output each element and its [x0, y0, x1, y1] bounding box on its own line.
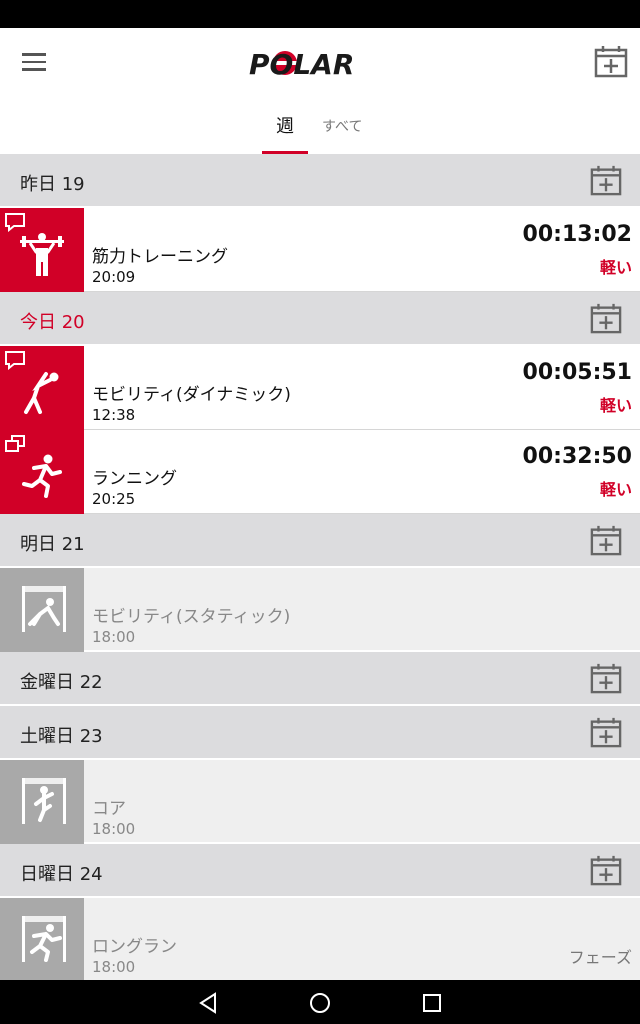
system-nav-bar [0, 980, 640, 1024]
day-label: 日曜日 24 [20, 864, 103, 885]
session-row[interactable]: 筋力トレーニング 20:09 00:13:02 軽い [0, 208, 640, 292]
session-duration: 00:32:50 [522, 444, 632, 469]
mobility-dynamic-icon [24, 372, 59, 414]
hamburger-menu-icon[interactable] [14, 46, 54, 78]
day-label-today: 今日 20 [20, 312, 85, 333]
session-time: 18:00 [92, 958, 136, 976]
app-bar: POLAR [0, 28, 640, 96]
recents-icon[interactable] [419, 990, 445, 1016]
day-header: 日曜日 24 [0, 844, 640, 898]
day-label: 昨日 19 [20, 174, 85, 195]
home-icon[interactable] [307, 990, 333, 1016]
planned-session-row[interactable]: ロングラン 18:00 フェーズ [0, 898, 640, 980]
core-icon [22, 778, 66, 824]
session-duration: 00:05:51 [522, 360, 632, 385]
session-name: コア [92, 799, 126, 819]
session-name: ロングラン [92, 937, 177, 957]
status-bar [0, 0, 640, 28]
long-run-icon [22, 916, 66, 962]
back-icon[interactable] [195, 990, 221, 1016]
session-thumbnail [0, 568, 84, 652]
session-thumbnail [0, 346, 84, 430]
day-label: 明日 21 [20, 534, 85, 555]
day-header: 明日 21 [0, 514, 640, 568]
add-to-day-calendar-icon[interactable] [590, 164, 622, 196]
add-training-calendar-icon[interactable] [594, 44, 628, 78]
tab-all[interactable]: すべて [322, 116, 362, 136]
session-intensity: 軽い [599, 480, 632, 499]
session-thumbnail [0, 898, 84, 980]
session-time: 18:00 [92, 628, 136, 646]
running-icon [22, 454, 62, 498]
training-list[interactable]: 昨日 19 筋力トレーニング 20:09 00:13:02 軽い 今日 20 モ… [0, 154, 640, 980]
session-name: モビリティ(ダイナミック) [92, 385, 291, 405]
session-row[interactable]: ランニング 20:25 00:32:50 軽い [0, 430, 640, 514]
session-time: 20:25 [92, 490, 136, 508]
session-intensity: 軽い [599, 258, 632, 277]
planned-session-row[interactable]: モビリティ(スタティック) 18:00 [0, 568, 640, 652]
logo-text-p: POLAR [249, 48, 354, 80]
add-to-day-calendar-icon[interactable] [590, 662, 622, 694]
day-header: 土曜日 23 [0, 706, 640, 760]
strength-training-icon [20, 233, 64, 276]
add-to-day-calendar-icon[interactable] [590, 302, 622, 334]
session-phase: フェーズ [568, 948, 632, 967]
day-header: 金曜日 22 [0, 652, 640, 706]
session-row[interactable]: モビリティ(ダイナミック) 12:38 00:05:51 軽い [0, 346, 640, 430]
session-duration: 00:13:02 [522, 222, 632, 247]
day-header: 今日 20 [0, 292, 640, 346]
session-name: 筋力トレーニング [92, 247, 228, 267]
planned-session-row[interactable]: コア 18:00 [0, 760, 640, 844]
day-header: 昨日 19 [0, 154, 640, 208]
session-time: 12:38 [92, 406, 136, 424]
session-thumbnail [0, 760, 84, 844]
tab-week[interactable]: 週 [276, 112, 294, 138]
comment-icon [5, 351, 25, 370]
day-label: 土曜日 23 [20, 726, 103, 747]
session-intensity: 軽い [599, 396, 632, 415]
session-thumbnail [0, 430, 84, 514]
add-to-day-calendar-icon[interactable] [590, 854, 622, 886]
session-time: 18:00 [92, 820, 136, 838]
day-label: 金曜日 22 [20, 672, 103, 693]
session-name: ランニング [92, 469, 177, 489]
comment-icon [5, 213, 25, 232]
polar-logo: POLAR [249, 48, 354, 80]
multi-copy-icon [5, 435, 25, 452]
tab-bar: 週 すべて [0, 96, 640, 154]
session-thumbnail [0, 208, 84, 292]
mobility-static-icon [22, 586, 66, 632]
add-to-day-calendar-icon[interactable] [590, 524, 622, 556]
session-time: 20:09 [92, 268, 136, 286]
add-to-day-calendar-icon[interactable] [590, 716, 622, 748]
session-name: モビリティ(スタティック) [92, 607, 291, 627]
